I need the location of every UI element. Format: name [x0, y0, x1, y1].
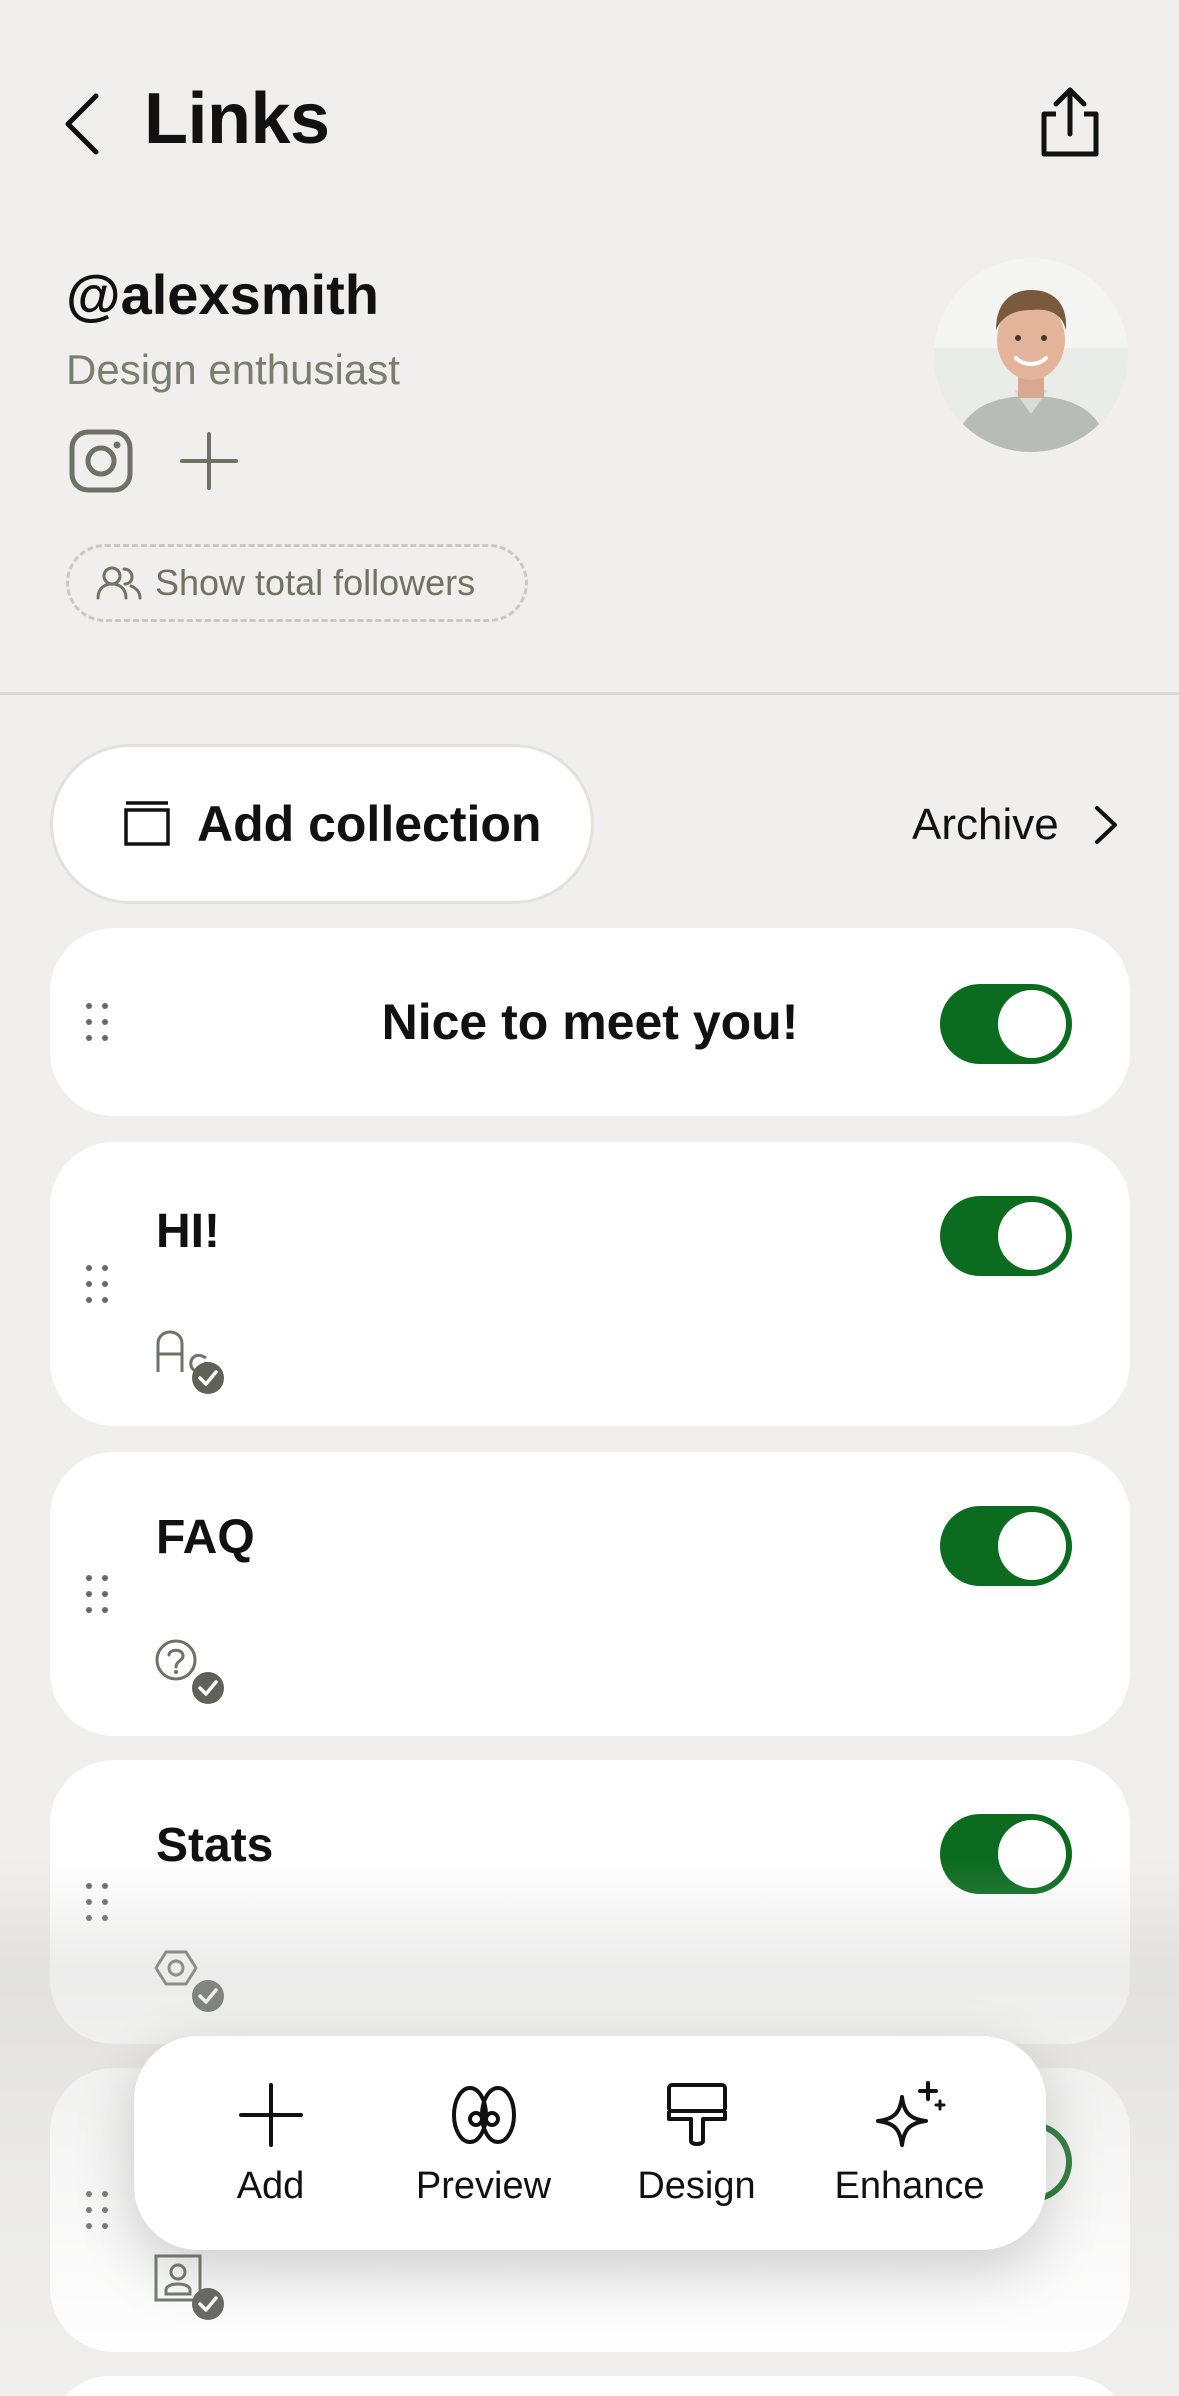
section-divider	[0, 692, 1179, 695]
hexagon-icon	[154, 1950, 224, 2012]
preview-button[interactable]: Preview	[384, 2079, 584, 2208]
add-label: Add	[236, 2164, 305, 2207]
card-title: Stats	[156, 1819, 274, 1872]
profile-bio[interactable]: Design enthusiast	[66, 346, 400, 394]
link-card[interactable]: HI!	[50, 1142, 1130, 1426]
card-toggle[interactable]	[940, 1814, 1072, 1894]
enhance-label: Enhance	[834, 2164, 985, 2207]
archive-label: Archive	[912, 800, 1059, 849]
chevron-right-icon	[1094, 806, 1117, 844]
archive-link[interactable]: Archive	[912, 790, 1119, 860]
enhance-button[interactable]: Enhance	[810, 2079, 1010, 2208]
back-button[interactable]	[58, 88, 108, 160]
show-followers-label: Show total followers	[155, 562, 476, 603]
link-card[interactable]: Stats	[50, 1760, 1130, 2044]
question-icon	[155, 1639, 224, 1704]
users-icon	[96, 566, 142, 600]
plus-icon	[238, 2082, 303, 2147]
bottom-toolbar: Add Preview Design Enhance	[134, 2036, 1046, 2250]
add-collection-button[interactable]: Add collection	[50, 744, 594, 904]
share-icon	[1041, 87, 1099, 157]
instagram-icon[interactable]	[68, 428, 134, 494]
card-toggle[interactable]	[940, 984, 1072, 1064]
share-button[interactable]	[1034, 84, 1106, 160]
link-card[interactable]: FAQ	[50, 1452, 1130, 1736]
paintbrush-icon	[666, 2082, 727, 2146]
card-toggle[interactable]	[940, 1196, 1072, 1276]
drag-handle-icon[interactable]	[82, 2188, 112, 2232]
eyes-icon	[451, 2085, 516, 2144]
collection-icon	[124, 801, 170, 846]
card-title: FAQ	[156, 1511, 255, 1564]
preview-label: Preview	[415, 2164, 552, 2207]
chevron-left-icon	[65, 93, 99, 155]
card-title: HI!	[156, 1205, 220, 1258]
link-card[interactable]	[50, 2376, 1130, 2396]
header-card[interactable]: Nice to meet you!	[50, 928, 1130, 1116]
drag-handle-icon[interactable]	[82, 1262, 112, 1306]
plus-icon	[180, 432, 238, 490]
add-button[interactable]: Add	[171, 2079, 371, 2208]
contact-card-icon	[154, 2254, 224, 2320]
card-toggle[interactable]	[940, 1506, 1072, 1586]
avatar[interactable]	[934, 258, 1128, 452]
add-collection-label: Add collection	[197, 796, 542, 852]
add-social-button[interactable]	[178, 430, 240, 492]
page-title: Links	[144, 79, 330, 159]
profile-username[interactable]: @alexsmith	[66, 262, 379, 327]
design-button[interactable]: Design	[597, 2079, 797, 2208]
sparkles-icon	[875, 2080, 945, 2147]
drag-handle-icon[interactable]	[82, 1572, 112, 1616]
design-label: Design	[637, 2164, 756, 2207]
show-followers-button[interactable]: Show total followers	[66, 544, 528, 622]
font-icon	[156, 1330, 224, 1394]
drag-handle-icon[interactable]	[82, 1880, 112, 1924]
